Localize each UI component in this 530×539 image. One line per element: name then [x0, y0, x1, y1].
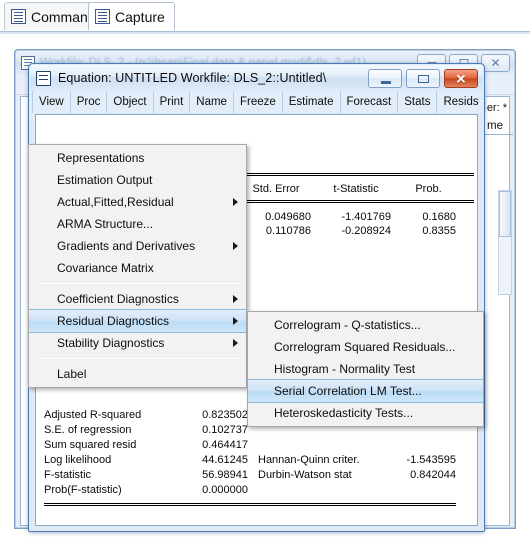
summary-label-log-likelihood: Log likelihood — [44, 454, 112, 466]
submenu-item-label: Heteroskedasticity Tests... — [274, 406, 414, 420]
menu-item-arma-structure[interactable]: ARMA Structure... — [29, 213, 246, 235]
submenu-item-correlogram-squared-residuals[interactable]: Correlogram Squared Residuals... — [248, 336, 483, 358]
summary-value-hannan-quinn: -1.543595 — [406, 454, 456, 466]
summary-value-prob-f-statistic: 0.000000 — [202, 484, 248, 496]
submenu-item-histogram-normality-test[interactable]: Histogram - Normality Test — [248, 358, 483, 380]
menu-item-label: Estimation Output — [57, 173, 153, 187]
menu-separator-2 — [37, 358, 240, 359]
chevron-right-icon — [233, 317, 238, 325]
menu-separator-1 — [37, 283, 240, 284]
eviews-screenshot: Command Capture Workfile: DLS_2 - (p:\ih… — [0, 0, 530, 539]
summary-value-sum-squared-resid: 0.464417 — [202, 439, 248, 451]
toolbar-button-proc[interactable]: Proc — [69, 91, 108, 113]
results-rule-top — [236, 173, 474, 176]
menu-item-covariance-matrix[interactable]: Covariance Matrix — [29, 257, 246, 279]
workfile-vertical-scrollbar[interactable] — [498, 190, 512, 295]
toolbar-button-view[interactable]: View — [32, 91, 71, 113]
summary-value-adjusted-r-squared: 0.823502 — [202, 409, 248, 421]
toolbar-button-print[interactable]: Print — [152, 91, 191, 113]
results-rule-header — [236, 200, 474, 203]
submenu-item-label: Histogram - Normality Test — [274, 362, 416, 376]
menu-item-gradients-and-derivatives[interactable]: Gradients and Derivatives — [29, 235, 246, 257]
summary-label-sum-squared-resid: Sum squared resid — [44, 439, 137, 451]
submenu-item-label: Correlogram Squared Residuals... — [274, 340, 456, 354]
toolbar-button-object[interactable]: Object — [106, 91, 154, 113]
menu-item-residual-diagnostics[interactable]: Residual Diagnostics — [29, 309, 246, 333]
summary-label-adjusted-r-squared: Adjusted R-squared — [44, 409, 142, 421]
cell-t-statistic-0: -1.401769 — [341, 211, 391, 223]
menu-item-label: Covariance Matrix — [57, 261, 154, 275]
menu-item-label: Residual Diagnostics — [57, 314, 170, 328]
document-icon — [95, 9, 110, 24]
menu-item-actual-fitted-residual[interactable]: Actual,Fitted,Residual — [29, 191, 246, 213]
workfile-name-column-header: me — [487, 120, 503, 132]
menu-item-representations[interactable]: Representations — [29, 147, 246, 169]
menu-item-label: Gradients and Derivatives — [57, 239, 196, 253]
submenu-item-label: Correlogram - Q-statistics... — [274, 318, 421, 332]
chevron-right-icon — [233, 295, 238, 303]
toolbar-button-name[interactable]: Name — [189, 91, 234, 113]
summary-value-durbin-watson: 0.842044 — [410, 469, 456, 481]
column-header-t-statistic: t-Statistic — [333, 183, 379, 195]
column-header-std-error: Std. Error — [252, 183, 300, 195]
menu-item-label: ARMA Structure... — [57, 217, 154, 231]
cell-prob-0: 0.1680 — [422, 211, 456, 223]
toolbar-button-forecast[interactable]: Forecast — [339, 91, 399, 113]
equation-window-icon — [36, 70, 51, 86]
menu-item-stability-diagnostics[interactable]: Stability Diagnostics — [29, 332, 246, 354]
menu-item-label: Actual,Fitted,Residual — [57, 195, 174, 209]
submenu-item-serial-correlation-lm-test[interactable]: Serial Correlation LM Test... — [248, 379, 483, 403]
summary-value-f-statistic: 56.98941 — [202, 469, 248, 481]
tab-command-label: Command — [31, 8, 96, 25]
cell-std-error-1: 0.110786 — [265, 225, 311, 237]
equation-window-buttons: ✕ — [368, 69, 478, 88]
menu-item-coefficient-diagnostics[interactable]: Coefficient Diagnostics — [29, 288, 246, 310]
menu-item-label: Stability Diagnostics — [57, 336, 165, 350]
close-icon: ✕ — [455, 71, 467, 86]
residual-diagnostics-submenu[interactable]: Correlogram - Q-statistics... Correlogra… — [247, 311, 484, 427]
summary-label-se-of-regression: S.E. of regression — [44, 424, 132, 436]
chevron-right-icon — [233, 198, 238, 206]
summary-label-prob-f-statistic: Prob(F-statistic) — [44, 484, 122, 496]
summary-value-log-likelihood: 44.61245 — [202, 454, 248, 466]
scrollbar-thumb[interactable] — [499, 191, 511, 237]
document-icon — [11, 9, 26, 24]
summary-label-durbin-watson: Durbin-Watson stat — [258, 469, 352, 481]
menu-item-label: Coefficient Diagnostics — [57, 292, 179, 306]
menu-item-estimation-output[interactable]: Estimation Output — [29, 169, 246, 191]
submenu-item-correlogram-q-statistics[interactable]: Correlogram - Q-statistics... — [248, 314, 483, 336]
toolbar-button-estimate[interactable]: Estimate — [281, 91, 341, 113]
minimize-button[interactable] — [368, 69, 402, 88]
cell-t-statistic-1: -0.208924 — [341, 225, 391, 237]
equation-title: Equation: UNTITLED Workfile: DLS_2::Unti… — [58, 71, 327, 85]
close-button[interactable]: ✕ — [444, 69, 478, 88]
toolbar-button-freeze[interactable]: Freeze — [232, 91, 283, 113]
workfile-filter-label: er: * — [486, 102, 507, 114]
results-rule-bottom — [44, 503, 456, 506]
equation-titlebar[interactable]: Equation: UNTITLED Workfile: DLS_2::Unti… — [30, 65, 483, 91]
chevron-right-icon — [233, 339, 238, 347]
view-dropdown-menu[interactable]: Representations Estimation Output Actual… — [28, 144, 247, 388]
top-tab-strip: Command Capture — [0, 0, 530, 32]
submenu-item-heteroskedasticity-tests[interactable]: Heteroskedasticity Tests... — [248, 402, 483, 424]
eviews-workspace: Workfile: DLS_2 - (p:\ihsan\Final data &… — [0, 34, 530, 539]
menu-item-label: Representations — [57, 151, 145, 165]
equation-toolbar: View Proc Object Print Name Freeze Estim… — [30, 91, 486, 113]
column-header-prob: Prob. — [415, 183, 442, 195]
tab-capture-label: Capture — [115, 8, 165, 25]
toolbar-button-stats[interactable]: Stats — [397, 91, 438, 113]
toolbar-button-resids[interactable]: Resids — [436, 91, 486, 113]
cell-std-error-0: 0.049680 — [265, 211, 311, 223]
tab-capture[interactable]: Capture — [88, 2, 175, 30]
menu-item-label[interactable]: Label — [29, 363, 246, 385]
maximize-button[interactable] — [406, 69, 440, 88]
cell-prob-1: 0.8355 — [422, 225, 456, 237]
chevron-right-icon — [233, 242, 238, 250]
summary-label-f-statistic: F-statistic — [44, 469, 92, 481]
workfile-close-button[interactable]: ✕ — [481, 54, 510, 72]
summary-value-se-of-regression: 0.102737 — [202, 424, 248, 436]
summary-label-hannan-quinn: Hannan-Quinn criter. — [258, 454, 360, 466]
submenu-item-label: Serial Correlation LM Test... — [274, 384, 422, 398]
menu-item-label: Label — [57, 367, 87, 381]
